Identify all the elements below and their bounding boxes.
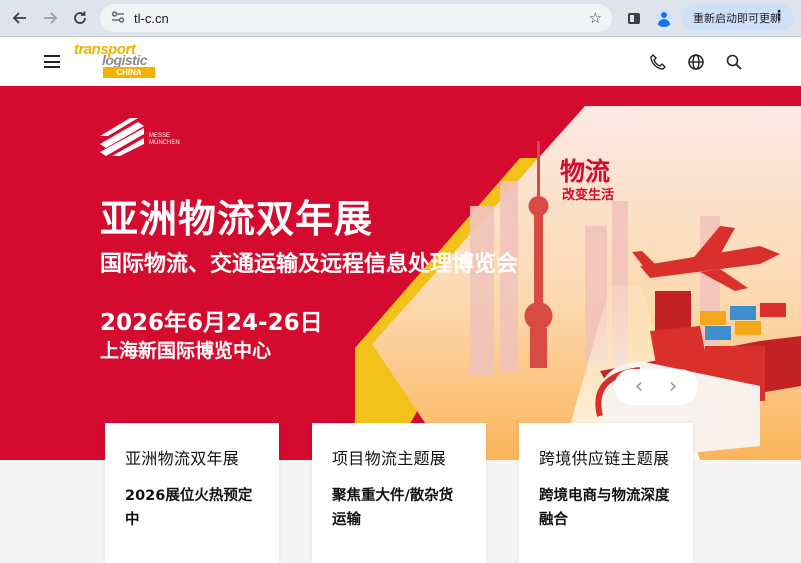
menu-dots-icon[interactable]: ⋮ — [772, 8, 786, 24]
exhibition-card[interactable]: 跨境供应链主题展 跨境电商与物流深度融合 — [519, 423, 693, 563]
card-description: 跨境电商与物流深度融合 — [539, 488, 670, 528]
reload-icon[interactable] — [68, 6, 92, 30]
card-description: 聚焦重大件/散杂货运输 — [332, 488, 454, 528]
brand-logo-text-1: MESSE — [149, 133, 171, 139]
card-description: 2026展位火热预定中 — [125, 488, 253, 528]
forward-icon[interactable] — [38, 6, 62, 30]
carousel-controls: ‹ › — [614, 369, 698, 405]
site-info-icon[interactable] — [106, 10, 130, 26]
card-title: 亚洲物流双年展 — [125, 449, 240, 468]
update-button[interactable]: 重新启动即可更新 ⋮ — [682, 4, 794, 31]
address-bar[interactable]: tl-c.cn ☆ — [100, 4, 612, 32]
hamburger-menu-icon[interactable] — [44, 55, 60, 68]
logo-line-3: CHINA — [103, 67, 155, 78]
brand-logo-text-2: MÜNCHEN — [149, 140, 180, 146]
hero-slogan-sub: 改变生活 — [562, 188, 615, 203]
site-header: transport logistic CHINA — [0, 36, 801, 86]
exhibition-card[interactable]: 项目物流主题展 聚焦重大件/散杂货运输 — [312, 423, 486, 563]
messe-muenchen-logo: MESSE MÜNCHEN — [100, 119, 190, 149]
url-text[interactable]: tl-c.cn — [134, 11, 169, 26]
search-icon[interactable] — [724, 52, 744, 72]
site-logo[interactable]: transport logistic CHINA — [74, 41, 158, 78]
side-panel-icon[interactable] — [622, 6, 646, 30]
hero-venue: 上海新国际博览中心 — [100, 340, 272, 362]
back-icon[interactable] — [8, 6, 32, 30]
profile-icon[interactable] — [652, 6, 676, 30]
hero-banner: MESSE MÜNCHEN 亚洲物流双年展 国际物流、交通运输及远程信息处理博览… — [0, 86, 801, 460]
hero-subtitle: 国际物流、交通运输及远程信息处理博览会 — [100, 252, 519, 277]
logo-line-2: logistic — [102, 52, 148, 68]
hero-date: 2026年6月24-26日 — [100, 310, 323, 336]
exhibition-card[interactable]: 亚洲物流双年展 2026展位火热预定中 — [105, 423, 279, 563]
carousel-next-icon[interactable]: › — [669, 376, 678, 398]
card-title: 跨境供应链主题展 — [539, 449, 670, 468]
hero-title: 亚洲物流双年展 — [100, 197, 374, 241]
hero-slogan-main: 物流 — [560, 157, 611, 186]
phone-icon[interactable] — [648, 52, 668, 72]
card-title: 项目物流主题展 — [332, 449, 447, 468]
carousel-prev-icon[interactable]: ‹ — [635, 376, 644, 398]
update-button-label: 重新启动即可更新 — [693, 11, 781, 25]
bookmark-star-icon[interactable]: ☆ — [589, 9, 602, 27]
globe-icon[interactable] — [686, 52, 706, 72]
